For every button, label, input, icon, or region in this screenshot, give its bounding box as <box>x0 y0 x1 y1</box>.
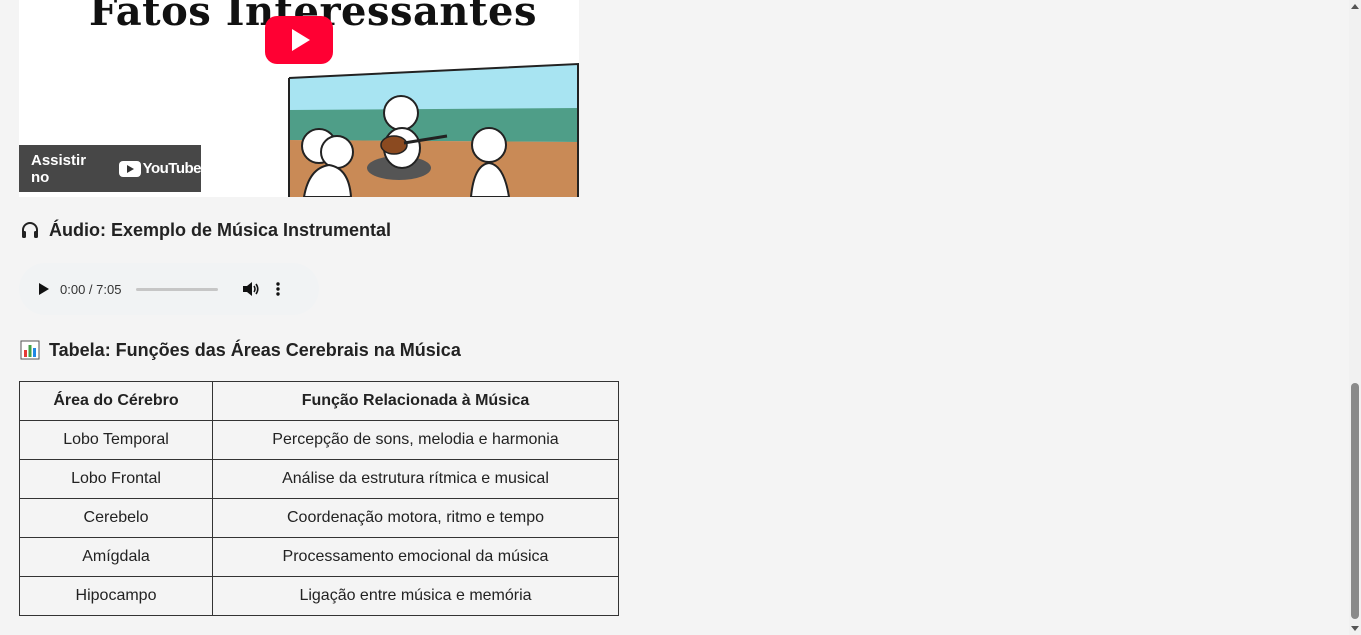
audio-play-button[interactable] <box>39 283 49 295</box>
scrollbar-thumb[interactable] <box>1351 383 1359 619</box>
scroll-up-arrow-icon[interactable] <box>1351 4 1359 9</box>
table-cell: Amígdala <box>19 537 213 577</box>
table-cell: Análise da estrutura rítmica e musical <box>212 459 619 499</box>
headphones-icon <box>19 219 41 241</box>
bar-chart-icon <box>19 339 41 361</box>
play-icon <box>292 29 310 51</box>
table-cell: Percepção de sons, melodia e harmonia <box>212 420 619 460</box>
table-row: Lobo Temporal Percepção de sons, melodia… <box>19 420 619 460</box>
youtube-embed[interactable]: Fatos Interessantes Assistir no YouTube <box>19 0 579 197</box>
column-header: Função Relacionada à Música <box>212 381 619 421</box>
scroll-down-arrow-icon[interactable] <box>1351 626 1359 631</box>
more-options-icon[interactable] <box>276 282 281 296</box>
table-row: Lobo Frontal Análise da estrutura rítmic… <box>19 459 619 499</box>
page-content: Fatos Interessantes Assistir no YouTube … <box>19 0 1339 616</box>
play-video-button[interactable] <box>265 16 333 64</box>
table-cell: Cerebelo <box>19 498 213 538</box>
audio-section-heading: Áudio: Exemplo de Música Instrumental <box>19 219 391 241</box>
table-heading-text: Tabela: Funções das Áreas Cerebrais na M… <box>49 339 461 360</box>
youtube-logo-icon: YouTube <box>118 160 202 177</box>
table-row: Amígdala Processamento emocional da músi… <box>19 537 619 577</box>
table-header-row: Área do Cérebro Função Relacionada à Mús… <box>19 381 619 421</box>
audio-progress-slider[interactable] <box>136 287 219 291</box>
table-cell: Processamento emocional da música <box>212 537 619 577</box>
page-scrollbar[interactable] <box>1349 0 1361 635</box>
column-header: Área do Cérebro <box>19 381 213 421</box>
audio-heading-text: Áudio: Exemplo de Música Instrumental <box>49 219 392 240</box>
volume-icon[interactable] <box>242 281 260 297</box>
brain-areas-table: Área do Cérebro Função Relacionada à Mús… <box>19 381 619 616</box>
table-row: Cerebelo Coordenação motora, ritmo e tem… <box>19 498 619 538</box>
watch-on-youtube-button[interactable]: Assistir no YouTube <box>19 145 202 192</box>
table-cell: Coordenação motora, ritmo e tempo <box>212 498 619 538</box>
watch-on-label: Assistir no <box>31 151 87 186</box>
audio-player[interactable]: 0:00 / 7:05 <box>19 263 319 315</box>
audio-time-display: 0:00 / 7:05 <box>60 281 122 297</box>
table-cell: Hipocampo <box>19 576 213 616</box>
table-cell: Lobo Frontal <box>19 459 213 499</box>
youtube-wordmark: YouTube <box>142 160 202 177</box>
table-cell: Ligação entre música e memória <box>212 576 619 616</box>
table-section-heading: Tabela: Funções das Áreas Cerebrais na M… <box>19 339 461 361</box>
table-cell: Lobo Temporal <box>19 420 213 460</box>
table-row: Hipocampo Ligação entre música e memória <box>19 576 619 616</box>
